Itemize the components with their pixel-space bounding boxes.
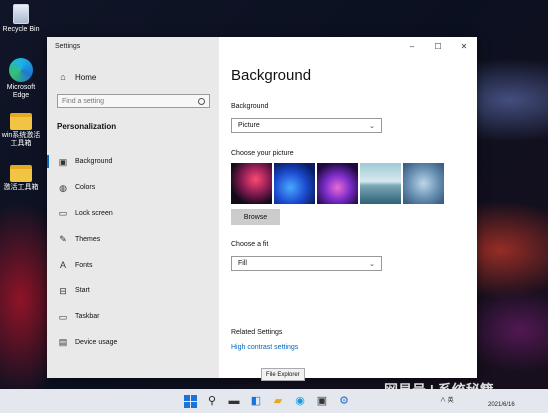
folder-icon: [10, 113, 32, 130]
task-view-icon: ▬: [228, 395, 240, 407]
recycle-bin-icon: [13, 4, 29, 24]
wallpaper-thumbnail[interactable]: [317, 163, 358, 204]
choose-picture-label: Choose your picture: [231, 150, 294, 157]
desktop-icon-label: Recycle Bin: [2, 26, 40, 33]
palette-icon: ◍: [59, 182, 67, 193]
wallpaper-thumbnail[interactable]: [403, 163, 444, 204]
store-icon: ▣: [316, 395, 328, 407]
nav-home-label: Home: [75, 72, 97, 82]
taskbar-icons: ⚲ ▬ ◧ ▰ ◉ ▣ ⚙: [183, 394, 351, 408]
page-title: Background: [231, 67, 312, 84]
folder-icon: [10, 165, 32, 182]
settings-sidebar: Settings ⌂ Home Find a setting Personali…: [47, 37, 219, 378]
chevron-down-icon: ⌄: [369, 260, 375, 268]
taskbar-icon: ▭: [58, 311, 68, 322]
windows-logo-icon: [183, 394, 197, 408]
nav-home[interactable]: ⌂ Home: [57, 71, 96, 83]
high-contrast-link[interactable]: High contrast settings: [231, 344, 298, 351]
wallpaper-thumbnail[interactable]: [274, 163, 315, 204]
clock-date[interactable]: 2021/6/16: [488, 402, 515, 408]
desktop-icon-label: win系统激活工具箱: [1, 132, 41, 147]
sidebar-item-label: Fonts: [75, 261, 93, 269]
widgets-button[interactable]: ◧: [249, 394, 263, 408]
sidebar-item-label: Background: [75, 158, 113, 166]
sidebar-item-label: Themes: [75, 235, 101, 243]
fit-label: Choose a fit: [231, 241, 269, 248]
section-title: Personalization: [57, 122, 117, 131]
wallpaper-thumbnail[interactable]: [231, 163, 272, 204]
sidebar-item-colors[interactable]: ◍ Colors: [47, 175, 219, 201]
settings-main: Background Background Picture ⌄ Choose y…: [219, 37, 477, 378]
edge-icon: ◉: [295, 395, 305, 407]
tooltip: File Explorer: [261, 368, 305, 381]
settings-taskbar-button[interactable]: ⚙: [337, 394, 351, 408]
chevron-down-icon: ⌄: [369, 122, 375, 130]
fit-value: Fill: [238, 260, 247, 267]
sidebar-item-taskbar[interactable]: ▭ Taskbar: [47, 304, 219, 330]
search-input[interactable]: Find a setting: [57, 94, 210, 108]
sidebar-item-label: Lock screen: [75, 209, 113, 217]
sidebar-item-label: Start: [75, 287, 90, 295]
desktop-icon-label: 激活工具箱: [3, 184, 39, 191]
app-title: Settings: [55, 43, 81, 50]
desktop-icon-recycle-bin[interactable]: Recycle Bin: [0, 4, 42, 34]
nav-list: ▣ Background ◍ Colors ▭ Lock screen ✎ Th…: [47, 149, 219, 355]
desktop-icon-folder[interactable]: win系统激活工具箱: [0, 113, 42, 148]
sidebar-item-fonts[interactable]: A Fonts: [47, 252, 219, 278]
sidebar-item-label: Colors: [75, 184, 96, 192]
system-tray[interactable]: ∧ 英: [440, 395, 454, 404]
edge-icon: [9, 58, 33, 82]
font-icon: A: [59, 260, 66, 271]
edge-taskbar-button[interactable]: ◉: [293, 394, 307, 408]
picture-thumbnails: [231, 163, 444, 204]
search-taskbar-button[interactable]: ⚲: [205, 394, 219, 408]
related-settings-title: Related Settings: [231, 329, 283, 336]
background-type-select[interactable]: Picture ⌄: [231, 118, 382, 133]
image-icon: ▣: [58, 156, 68, 167]
wallpaper-thumbnail[interactable]: [360, 163, 401, 204]
background-label: Background: [231, 103, 269, 110]
sidebar-item-device-usage[interactable]: ▤ Device usage: [47, 330, 219, 356]
taskbar: ⚲ ▬ ◧ ▰ ◉ ▣ ⚙ ∧ 英 2021/6/16: [0, 389, 548, 413]
home-icon: ⌂: [60, 72, 66, 82]
widgets-icon: ◧: [250, 395, 262, 407]
sidebar-item-start[interactable]: ⊟ Start: [47, 278, 219, 304]
desktop-icon-label: Microsoft Edge: [6, 84, 36, 99]
fit-select[interactable]: Fill ⌄: [231, 256, 382, 271]
sidebar-item-label: Taskbar: [75, 313, 100, 321]
start-button[interactable]: [183, 394, 197, 408]
task-view-button[interactable]: ▬: [227, 394, 241, 408]
settings-window: Settings ⌂ Home Find a setting Personali…: [47, 37, 477, 378]
browse-button[interactable]: Browse: [231, 209, 280, 225]
search-icon: ⚲: [207, 395, 217, 407]
search-placeholder: Find a setting: [62, 97, 105, 105]
sidebar-item-label: Device usage: [75, 338, 118, 346]
store-button[interactable]: ▣: [315, 394, 329, 408]
sidebar-item-lock-screen[interactable]: ▭ Lock screen: [47, 201, 219, 227]
start-icon: ⊟: [59, 285, 67, 296]
background-type-value: Picture: [238, 122, 260, 129]
file-explorer-button[interactable]: ▰: [271, 394, 285, 408]
search-icon: [198, 97, 205, 105]
gear-icon: ⚙: [339, 395, 349, 407]
desktop-icon-edge[interactable]: Microsoft Edge: [0, 58, 42, 100]
device-usage-icon: ▤: [58, 337, 68, 348]
lock-screen-icon: ▭: [58, 208, 68, 219]
folder-icon: ▰: [273, 395, 283, 407]
desktop-icon-folder[interactable]: 激活工具箱: [0, 165, 42, 192]
brush-icon: ✎: [59, 234, 67, 245]
sidebar-item-themes[interactable]: ✎ Themes: [47, 226, 219, 252]
sidebar-item-background[interactable]: ▣ Background: [47, 149, 219, 175]
